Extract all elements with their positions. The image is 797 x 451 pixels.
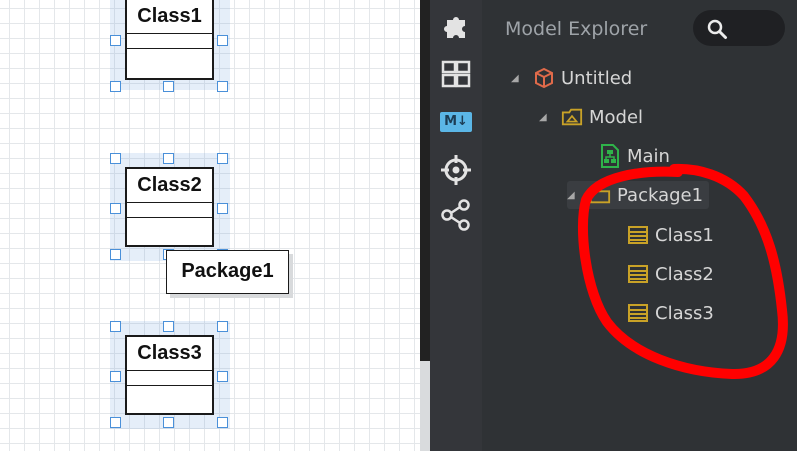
diagram-canvas[interactable]: Class1 Class2 Package1 Class3 xyxy=(0,0,420,451)
resize-handle[interactable] xyxy=(110,81,121,92)
tree-item-label: Class3 xyxy=(655,302,714,324)
diagram-icon xyxy=(599,144,621,168)
resize-handle[interactable] xyxy=(217,203,228,214)
layout-icon[interactable] xyxy=(440,58,472,90)
class-icon xyxy=(627,302,649,324)
class-attributes xyxy=(127,203,212,218)
resize-handle[interactable] xyxy=(110,417,121,428)
extensions-icon[interactable] xyxy=(440,10,472,42)
resize-handle[interactable] xyxy=(110,249,121,260)
search-icon xyxy=(707,19,727,39)
resize-handle[interactable] xyxy=(110,321,121,332)
class-operations xyxy=(127,218,212,232)
tree-item-class1[interactable]: Class1 xyxy=(627,221,714,249)
markdown-label: M↓ xyxy=(440,112,472,132)
markdown-icon[interactable]: M↓ xyxy=(440,106,472,138)
share-icon[interactable] xyxy=(440,199,472,231)
tree-item-class3[interactable]: Class3 xyxy=(627,299,714,327)
canvas-scrollbar[interactable] xyxy=(420,0,430,451)
class-operations xyxy=(127,386,212,400)
class-icon xyxy=(627,263,649,285)
search-button[interactable] xyxy=(693,10,785,46)
class-icon xyxy=(627,224,649,246)
class-box-class2[interactable]: Class2 xyxy=(125,167,214,247)
tree-item-label: Class1 xyxy=(655,224,714,246)
tree-item-main[interactable]: Main xyxy=(599,142,670,170)
resize-handle[interactable] xyxy=(217,371,228,382)
tree-item-label: Untitled xyxy=(561,67,633,89)
tree-item-label: Model xyxy=(589,106,644,128)
class-name: Class1 xyxy=(127,0,212,34)
crosshair-icon[interactable] xyxy=(440,154,472,186)
resize-handle[interactable] xyxy=(163,321,174,332)
package-label[interactable]: Package1 xyxy=(166,250,289,294)
class-box-class3[interactable]: Class3 xyxy=(125,335,214,415)
resize-handle[interactable] xyxy=(163,81,174,92)
tree-item-label: Class2 xyxy=(655,263,714,285)
folder-icon xyxy=(589,184,611,206)
class-box-class1[interactable]: Class1 xyxy=(125,0,214,80)
resize-handle[interactable] xyxy=(163,153,174,164)
expand-triangle-icon[interactable]: ◢ xyxy=(511,73,525,84)
class-attributes xyxy=(127,371,212,386)
resize-handle[interactable] xyxy=(110,371,121,382)
project-icon xyxy=(533,67,555,89)
tree-item-model[interactable]: ◢ Model xyxy=(539,103,643,131)
resize-handle[interactable] xyxy=(110,203,121,214)
model-icon xyxy=(561,106,583,128)
expand-triangle-icon[interactable]: ◢ xyxy=(567,190,581,201)
resize-handle[interactable] xyxy=(217,153,228,164)
resize-handle[interactable] xyxy=(110,35,121,46)
class-name: Class2 xyxy=(127,169,212,203)
tree-item-label: Package1 xyxy=(617,184,704,206)
tool-sidebar: M↓ xyxy=(430,0,482,451)
tree-item-untitled[interactable]: ◢ Untitled xyxy=(511,64,632,92)
resize-handle[interactable] xyxy=(110,153,121,164)
resize-handle[interactable] xyxy=(217,321,228,332)
scrollbar-track[interactable] xyxy=(420,361,430,451)
resize-handle[interactable] xyxy=(217,417,228,428)
expand-triangle-icon[interactable]: ◢ xyxy=(539,112,553,123)
resize-handle[interactable] xyxy=(217,35,228,46)
tree-item-label: Main xyxy=(627,145,670,167)
resize-handle[interactable] xyxy=(163,417,174,428)
tree-item-class2[interactable]: Class2 xyxy=(627,260,714,288)
panel-title: Model Explorer xyxy=(505,18,648,40)
class-attributes xyxy=(127,34,212,49)
class-name: Class3 xyxy=(127,337,212,371)
resize-handle[interactable] xyxy=(217,81,228,92)
model-explorer-panel: Model Explorer ◢ Untitled ◢ Model Main ◢… xyxy=(482,0,797,451)
tree-item-package1[interactable]: ◢ Package1 xyxy=(567,181,710,209)
class-operations xyxy=(127,49,212,63)
